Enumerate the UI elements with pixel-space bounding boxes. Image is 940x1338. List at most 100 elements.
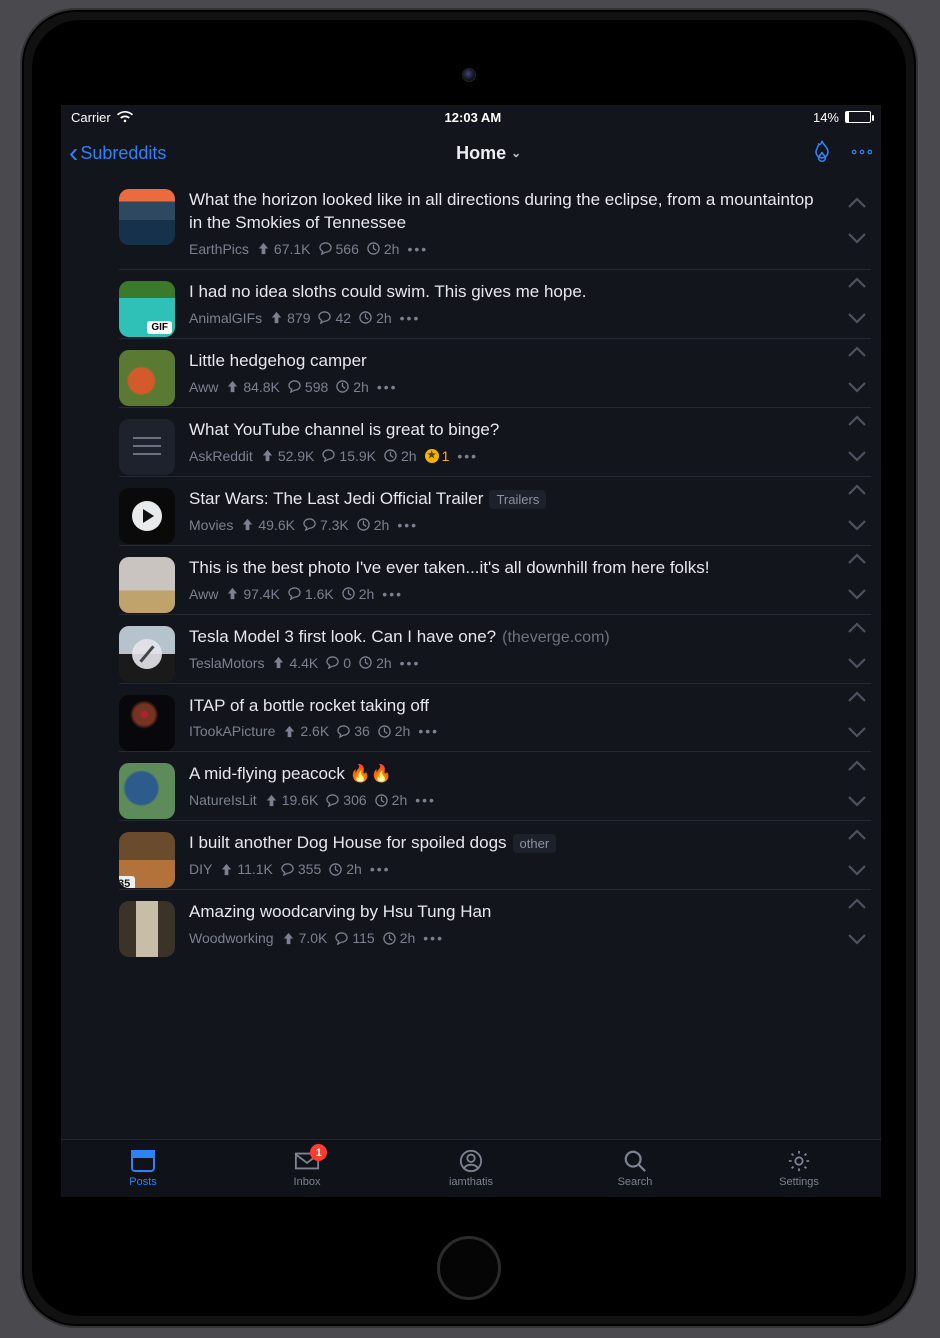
tab-settings[interactable]: Settings [717, 1140, 881, 1197]
post-more-button[interactable]: ••• [370, 861, 391, 877]
status-bar: Carrier 12:03 AM 14% [61, 105, 881, 129]
post-upvotes: 2.6K [283, 723, 329, 739]
tablet-frame: Carrier 12:03 AM 14% ‹ Subreddits Home ⌄ [20, 8, 918, 1328]
post-meta: Aww84.8K5982h••• [189, 379, 825, 395]
post-thumbnail[interactable]: GIF [119, 281, 175, 337]
post-more-button[interactable]: ••• [423, 930, 444, 946]
post-row[interactable]: Amazing woodcarving by Hsu Tung HanWoodw… [61, 889, 881, 958]
post-more-button[interactable]: ••• [457, 448, 478, 464]
nav-title-button[interactable]: Home ⌄ [456, 143, 521, 164]
post-row[interactable]: This is the best photo I've ever taken..… [61, 545, 881, 614]
upvote-button[interactable] [847, 758, 867, 777]
more-button[interactable] [851, 144, 873, 162]
post-thumbnail[interactable] [119, 350, 175, 406]
post-row[interactable]: ITAP of a bottle rocket taking offITookA… [61, 683, 881, 752]
post-row[interactable]: Tesla Model 3 first look. Can I have one… [61, 614, 881, 683]
post-title: Little hedgehog camper [189, 350, 825, 373]
post-subreddit[interactable]: AnimalGIFs [189, 310, 262, 326]
downvote-button[interactable] [847, 864, 867, 883]
post-subreddit[interactable]: EarthPics [189, 241, 249, 257]
sort-hot-button[interactable] [811, 139, 833, 168]
tab-search-label: Search [618, 1176, 653, 1188]
downvote-button[interactable] [847, 795, 867, 814]
post-row[interactable]: What the horizon looked like in all dire… [61, 177, 881, 269]
downvote-button[interactable] [847, 657, 867, 676]
post-age: 2h [329, 861, 362, 877]
post-row[interactable]: A mid-flying peacock 🔥🔥NatureIsLit19.6K3… [61, 751, 881, 820]
upvote-button[interactable] [847, 413, 867, 432]
upvote-button[interactable] [847, 896, 867, 915]
back-button[interactable]: ‹ Subreddits [69, 139, 166, 167]
post-thumbnail[interactable] [119, 763, 175, 819]
upvote-button[interactable] [847, 275, 867, 294]
battery-pct: 14% [813, 110, 839, 125]
downvote-button[interactable] [847, 312, 867, 331]
post-more-button[interactable]: ••• [415, 792, 436, 808]
post-subreddit[interactable]: ITookAPicture [189, 723, 275, 739]
post-row[interactable]: What YouTube channel is great to binge?A… [61, 407, 881, 476]
downvote-button[interactable] [847, 232, 867, 251]
post-upvotes: 879 [270, 310, 310, 326]
downvote-button[interactable] [847, 381, 867, 400]
post-subreddit[interactable]: DIY [189, 861, 212, 877]
post-thumbnail[interactable] [119, 189, 175, 245]
upvote-button[interactable] [847, 482, 867, 501]
inbox-badge: 1 [310, 1144, 327, 1161]
post-meta: EarthPics67.1K5662h••• [189, 241, 825, 257]
post-list[interactable]: What the horizon looked like in all dire… [61, 177, 881, 1139]
post-row[interactable]: 35 I built another Dog House for spoiled … [61, 820, 881, 889]
upvote-button[interactable] [847, 689, 867, 708]
post-more-button[interactable]: ••• [400, 310, 421, 326]
upvote-button[interactable] [847, 827, 867, 846]
post-subreddit[interactable]: Aww [189, 586, 218, 602]
post-title: I built another Dog House for spoiled do… [189, 832, 825, 855]
upvote-button[interactable] [847, 551, 867, 570]
post-thumbnail[interactable] [119, 488, 175, 544]
post-more-button[interactable]: ••• [400, 655, 421, 671]
upvote-button[interactable] [847, 195, 867, 214]
downvote-button[interactable] [847, 450, 867, 469]
post-subreddit[interactable]: Woodworking [189, 930, 274, 946]
tab-bar: Posts 1 Inbox iamthatis Search Settings [61, 1139, 881, 1197]
post-subreddit[interactable]: Movies [189, 517, 233, 533]
tab-account[interactable]: iamthatis [389, 1140, 553, 1197]
post-thumbnail[interactable] [119, 626, 175, 682]
post-subreddit[interactable]: TeslaMotors [189, 655, 264, 671]
post-more-button[interactable]: ••• [382, 586, 403, 602]
post-comments: 598 [288, 379, 328, 395]
post-thumbnail[interactable] [119, 901, 175, 957]
downvote-button[interactable] [847, 588, 867, 607]
tablet-home-button[interactable] [437, 1236, 501, 1300]
post-more-button[interactable]: ••• [418, 723, 439, 739]
upvote-button[interactable] [847, 344, 867, 363]
post-upvotes: 97.4K [226, 586, 280, 602]
tab-settings-label: Settings [779, 1176, 819, 1188]
post-more-button[interactable]: ••• [407, 241, 428, 257]
post-age: 2h [342, 586, 375, 602]
post-age: 2h [367, 241, 400, 257]
post-row[interactable]: Little hedgehog camper Aww84.8K5982h••• [61, 338, 881, 407]
downvote-button[interactable] [847, 519, 867, 538]
tab-posts[interactable]: Posts [61, 1140, 225, 1197]
post-comments: 1.6K [288, 586, 334, 602]
post-title: This is the best photo I've ever taken..… [189, 557, 825, 580]
post-more-button[interactable]: ••• [377, 379, 398, 395]
downvote-button[interactable] [847, 726, 867, 745]
post-thumbnail[interactable] [119, 557, 175, 613]
post-subreddit[interactable]: AskReddit [189, 448, 253, 464]
post-subreddit[interactable]: NatureIsLit [189, 792, 257, 808]
tab-search[interactable]: Search [553, 1140, 717, 1197]
downvote-button[interactable] [847, 933, 867, 952]
post-subreddit[interactable]: Aww [189, 379, 218, 395]
tablet-camera [462, 68, 476, 82]
upvote-button[interactable] [847, 620, 867, 639]
post-row[interactable]: GIFI had no idea sloths could swim. This… [61, 269, 881, 338]
tab-inbox[interactable]: 1 Inbox [225, 1140, 389, 1197]
post-thumbnail[interactable]: 35 [119, 832, 175, 888]
post-age: 2h [375, 792, 408, 808]
post-comments: 306 [326, 792, 366, 808]
post-row[interactable]: Star Wars: The Last Jedi Official Traile… [61, 476, 881, 545]
post-thumbnail[interactable] [119, 419, 175, 475]
post-more-button[interactable]: ••• [397, 517, 418, 533]
post-thumbnail[interactable] [119, 695, 175, 751]
